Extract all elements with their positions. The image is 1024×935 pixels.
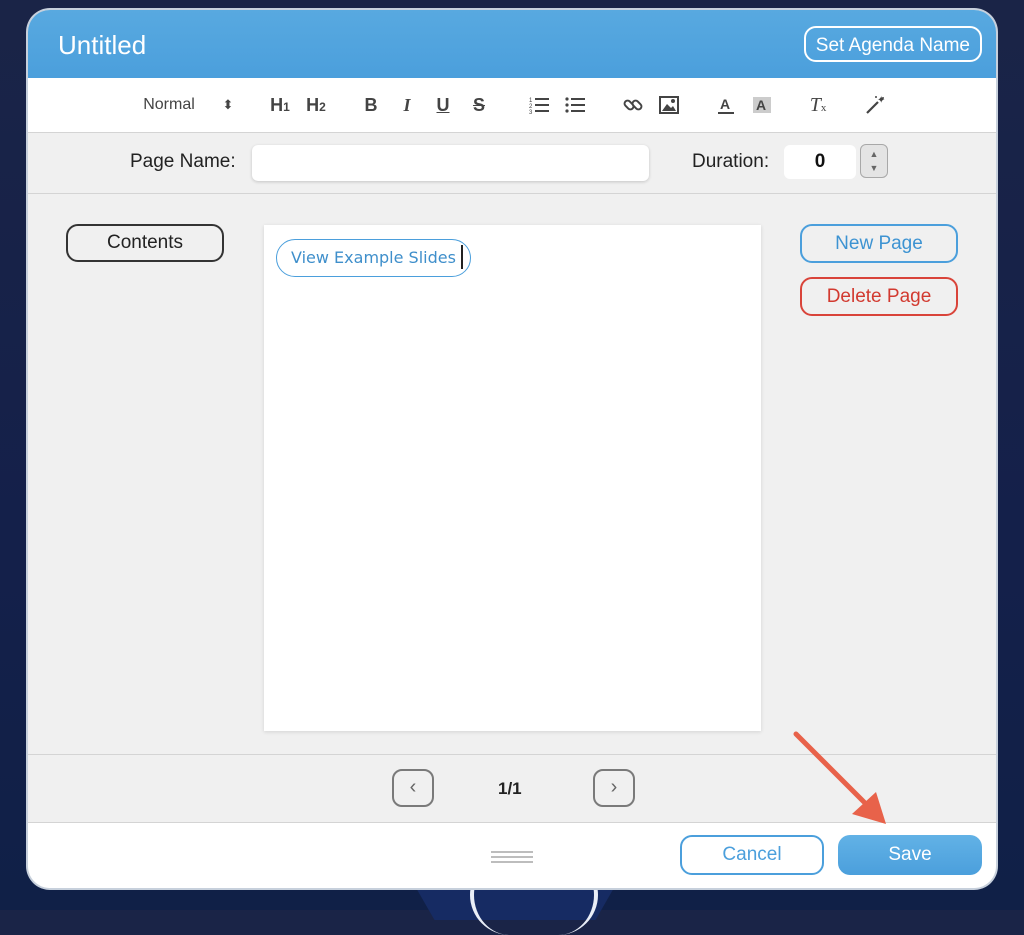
format-select[interactable]: Normal bbox=[124, 78, 214, 132]
chevron-left-icon: ‹ bbox=[409, 776, 417, 798]
highlight-color-icon[interactable]: A bbox=[750, 78, 774, 132]
svg-text:A: A bbox=[720, 96, 730, 112]
duration-stepper[interactable]: ▲ ▼ bbox=[860, 144, 888, 178]
page-settings-row: Page Name: Duration: 0 ▲ ▼ bbox=[28, 133, 996, 194]
link-icon[interactable] bbox=[620, 78, 646, 132]
dialog-footer: Cancel Save bbox=[28, 822, 996, 888]
annotation-arrow-icon bbox=[793, 731, 886, 824]
stepper-up-icon[interactable]: ▲ bbox=[861, 147, 887, 161]
svg-text:3: 3 bbox=[529, 110, 533, 114]
svg-text:✦: ✦ bbox=[877, 95, 885, 106]
agenda-title: Untitled bbox=[58, 30, 147, 60]
save-button[interactable]: Save bbox=[838, 835, 982, 875]
text-color-icon[interactable]: A bbox=[714, 78, 738, 132]
italic-button[interactable]: I bbox=[396, 78, 418, 132]
svg-text:A: A bbox=[756, 97, 766, 113]
text-cursor bbox=[461, 245, 463, 269]
title-bar: Untitled Set Agenda Name bbox=[28, 10, 996, 78]
page-name-input[interactable] bbox=[252, 145, 649, 181]
chevron-right-icon: › bbox=[610, 776, 618, 798]
page-name-label: Page Name: bbox=[130, 151, 236, 172]
heading1-button[interactable]: H1 bbox=[266, 78, 294, 132]
contents-button[interactable]: Contents bbox=[66, 224, 224, 262]
set-agenda-name-button[interactable]: Set Agenda Name bbox=[803, 26, 982, 62]
heading2-button[interactable]: H2 bbox=[302, 78, 330, 132]
drag-handle-icon[interactable] bbox=[491, 851, 533, 863]
format-select-value: Normal bbox=[143, 96, 195, 113]
formatting-toolbar: Normal ⬍ H1 H2 B I U S 123 A A Tx ✦ bbox=[28, 78, 996, 133]
image-icon[interactable] bbox=[656, 78, 682, 132]
select-arrows-icon[interactable]: ⬍ bbox=[220, 78, 236, 132]
view-example-slides-button[interactable]: View Example Slides bbox=[276, 239, 471, 277]
page-indicator: 1/1 bbox=[498, 779, 522, 798]
prev-page-button[interactable]: ‹ bbox=[392, 769, 434, 807]
cancel-button[interactable]: Cancel bbox=[680, 835, 824, 875]
duration-input[interactable]: 0 bbox=[784, 145, 856, 179]
duration-label: Duration: bbox=[692, 151, 770, 172]
slide-editor-canvas[interactable]: View Example Slides bbox=[264, 225, 761, 731]
ordered-list-icon[interactable]: 123 bbox=[526, 78, 552, 132]
next-page-button[interactable]: › bbox=[593, 769, 635, 807]
stepper-down-icon[interactable]: ▼ bbox=[861, 161, 887, 175]
clear-format-icon[interactable]: Tx bbox=[806, 78, 830, 132]
magic-wand-icon[interactable]: ✦ bbox=[862, 78, 888, 132]
underline-button[interactable]: U bbox=[432, 78, 454, 132]
strikethrough-button[interactable]: S bbox=[468, 78, 490, 132]
bold-button[interactable]: B bbox=[360, 78, 382, 132]
delete-page-button[interactable]: Delete Page bbox=[800, 277, 958, 316]
bullet-list-icon[interactable] bbox=[562, 78, 588, 132]
new-page-button[interactable]: New Page bbox=[800, 224, 958, 263]
